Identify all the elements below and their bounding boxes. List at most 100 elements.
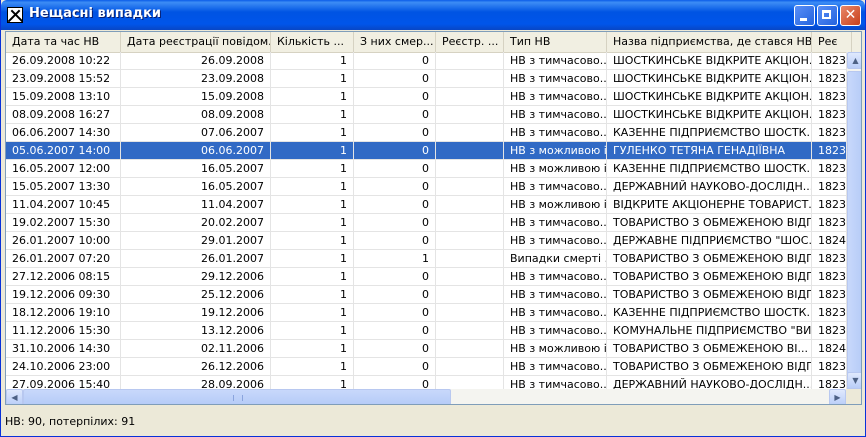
column-header[interactable]: Кількість ... <box>271 32 354 52</box>
table-cell: 11.04.2007 10:45 <box>6 196 121 213</box>
table-cell: ШОСТКИНСЬКЕ ВІДКРИТЕ АКЦІОН... <box>607 52 812 69</box>
table-cell: КАЗЕННЕ ПІДПРИЄМСТВО ШОСТК... <box>607 304 812 321</box>
table-cell: ШОСТКИНСЬКЕ ВІДКРИТЕ АКЦІОН... <box>607 70 812 87</box>
table-row[interactable]: 15.05.2007 13:30 16.05.2007 1 0 НВ з тимчасо… <box>6 178 861 196</box>
table-cell: 1 <box>271 322 354 339</box>
horizontal-scrollbar[interactable]: ◀ ▶ <box>6 389 846 404</box>
table-cell: 06.06.2007 14:30 <box>6 124 121 141</box>
table-cell: 1 <box>271 124 354 141</box>
accidents-table[interactable]: Дата та час НВ Дата реєстрації повідом...… <box>5 31 862 405</box>
table-cell: 0 <box>354 340 436 357</box>
title-bar[interactable]: Нещасні випадки ✕ <box>1 0 865 30</box>
table-cell: НВ з можливою і... <box>504 160 607 177</box>
column-header[interactable]: Тип НВ <box>504 32 607 52</box>
table-cell: 27.12.2006 08:15 <box>6 268 121 285</box>
table-cell: 24.10.2006 23:00 <box>6 358 121 375</box>
vertical-scrollbar[interactable]: ▲ ▼ <box>846 52 861 393</box>
table-cell: ТОВАРИСТВО З ОБМЕЖЕНОЮ ВІДП... <box>607 250 812 267</box>
maximize-button[interactable] <box>817 5 838 26</box>
table-cell: 0 <box>354 160 436 177</box>
table-row[interactable]: 11.12.2006 15:30 13.12.2006 1 0 НВ з тимчасо… <box>6 322 861 340</box>
table-row[interactable]: 31.10.2006 14:30 02.11.2006 1 0 НВ з можливо… <box>6 340 861 358</box>
table-cell: 0 <box>354 178 436 195</box>
scroll-down-button[interactable]: ▼ <box>847 372 861 389</box>
table-row[interactable]: 26.09.2008 10:22 26.09.2008 1 0 НВ з тимчасо… <box>6 52 861 70</box>
table-cell: НВ з тимчасово... <box>504 268 607 285</box>
table-cell: ТОВАРИСТВО З ОБМЕЖЕНОЮ ВІДП... <box>607 358 812 375</box>
table-row[interactable]: 26.01.2007 07:20 26.01.2007 1 1 Випадки смер… <box>6 250 861 268</box>
table-cell: ДЕРЖАВНЕ ПІДПРИЄМСТВО "ШОС... <box>607 232 812 249</box>
table-cell: 07.06.2007 <box>121 124 271 141</box>
table-row[interactable]: 08.09.2008 16:27 08.09.2008 1 0 НВ з тимчасо… <box>6 106 861 124</box>
table-cell <box>436 358 504 375</box>
table-row[interactable]: 24.10.2006 23:00 26.12.2006 1 0 НВ з тимчасо… <box>6 358 861 376</box>
table-cell: 0 <box>354 304 436 321</box>
column-header[interactable]: Реє <box>812 32 852 52</box>
table-cell: 0 <box>354 232 436 249</box>
table-cell: 29.12.2006 <box>121 268 271 285</box>
column-header[interactable]: Назва підприємства, де стався НВ <box>607 32 812 52</box>
table-cell: 31.10.2006 14:30 <box>6 340 121 357</box>
table-row[interactable]: 27.12.2006 08:15 29.12.2006 1 0 НВ з тимчасо… <box>6 268 861 286</box>
table-cell: 1 <box>271 214 354 231</box>
table-row[interactable]: 18.12.2006 19:10 19.12.2006 1 0 НВ з тимчасо… <box>6 304 861 322</box>
table-cell: 26.01.2007 <box>121 250 271 267</box>
table-cell: 0 <box>354 214 436 231</box>
table-cell: 0 <box>354 322 436 339</box>
table-row[interactable]: 23.09.2008 15:52 23.09.2008 1 0 НВ з тимчасо… <box>6 70 861 88</box>
table-row[interactable]: 26.01.2007 10:00 29.01.2007 1 0 НВ з тимчасо… <box>6 232 861 250</box>
table-cell: НВ з можливою і... <box>504 340 607 357</box>
scroll-left-button[interactable]: ◀ <box>6 389 23 404</box>
close-button[interactable]: ✕ <box>840 5 861 26</box>
table-row[interactable]: 19.12.2006 09:30 25.12.2006 1 0 НВ з тимчасо… <box>6 286 861 304</box>
app-icon <box>7 7 23 23</box>
table-cell: 15.09.2008 13:10 <box>6 88 121 105</box>
table-cell <box>436 178 504 195</box>
table-cell: НВ з тимчасово... <box>504 214 607 231</box>
table-row[interactable]: 05.06.2007 14:00 06.06.2007 1 0 НВ з можливо… <box>6 142 861 160</box>
table-cell <box>436 322 504 339</box>
table-cell: 26.01.2007 10:00 <box>6 232 121 249</box>
table-cell: 1 <box>354 250 436 267</box>
table-cell: 0 <box>354 124 436 141</box>
table-cell: 0 <box>354 196 436 213</box>
table-cell: НВ з тимчасово... <box>504 52 607 69</box>
table-cell: 0 <box>354 52 436 69</box>
column-header[interactable]: Реєстр. ... <box>436 32 504 52</box>
minimize-button[interactable] <box>794 5 815 26</box>
table-cell: 16.05.2007 <box>121 178 271 195</box>
status-bar: НВ: 90, потерпілих: 91 <box>5 415 136 428</box>
table-row[interactable]: 06.06.2007 14:30 07.06.2007 1 0 НВ з тимчасо… <box>6 124 861 142</box>
vertical-scroll-thumb[interactable] <box>847 71 861 393</box>
table-row[interactable]: 15.09.2008 13:10 15.09.2008 1 0 НВ з тимчасо… <box>6 88 861 106</box>
table-cell: 26.09.2008 10:22 <box>6 52 121 69</box>
column-header[interactable]: Дата реєстрації повідом... <box>121 32 271 52</box>
table-cell: НВ з тимчасово... <box>504 304 607 321</box>
table-cell: 23.09.2008 <box>121 70 271 87</box>
table-cell: КАЗЕННЕ ПІДПРИЄМСТВО ШОСТК... <box>607 160 812 177</box>
table-cell: НВ з тимчасово... <box>504 106 607 123</box>
table-row[interactable]: 11.04.2007 10:45 11.04.2007 1 0 НВ з можливо… <box>6 196 861 214</box>
horizontal-scroll-thumb[interactable] <box>23 389 451 404</box>
table-cell: КАЗЕННЕ ПІДПРИЄМСТВО ШОСТК... <box>607 124 812 141</box>
table-cell: 18.12.2006 19:10 <box>6 304 121 321</box>
table-cell: НВ з тимчасово... <box>504 178 607 195</box>
table-cell: НВ з тимчасово... <box>504 286 607 303</box>
scroll-up-button[interactable]: ▲ <box>847 52 861 69</box>
table-cell <box>436 340 504 357</box>
table-cell: 1 <box>271 340 354 357</box>
window-title: Нещасні випадки <box>29 6 162 21</box>
table-cell: 0 <box>354 70 436 87</box>
table-cell: 08.09.2008 <box>121 106 271 123</box>
table-cell: 13.12.2006 <box>121 322 271 339</box>
scrollbar-corner <box>846 389 861 404</box>
scroll-right-button[interactable]: ▶ <box>829 389 846 404</box>
column-header[interactable]: З них смер... <box>354 32 436 52</box>
table-cell: 1 <box>271 106 354 123</box>
app-window: Нещасні випадки ✕ Дата та час НВ Дата реє… <box>0 0 866 437</box>
table-row[interactable]: 16.05.2007 12:00 16.05.2007 1 0 НВ з можливо… <box>6 160 861 178</box>
table-row[interactable]: 19.02.2007 15:30 20.02.2007 1 0 НВ з тимчасо… <box>6 214 861 232</box>
column-header[interactable]: Дата та час НВ <box>6 32 121 52</box>
table-cell <box>436 52 504 69</box>
table-cell: НВ з тимчасово... <box>504 232 607 249</box>
